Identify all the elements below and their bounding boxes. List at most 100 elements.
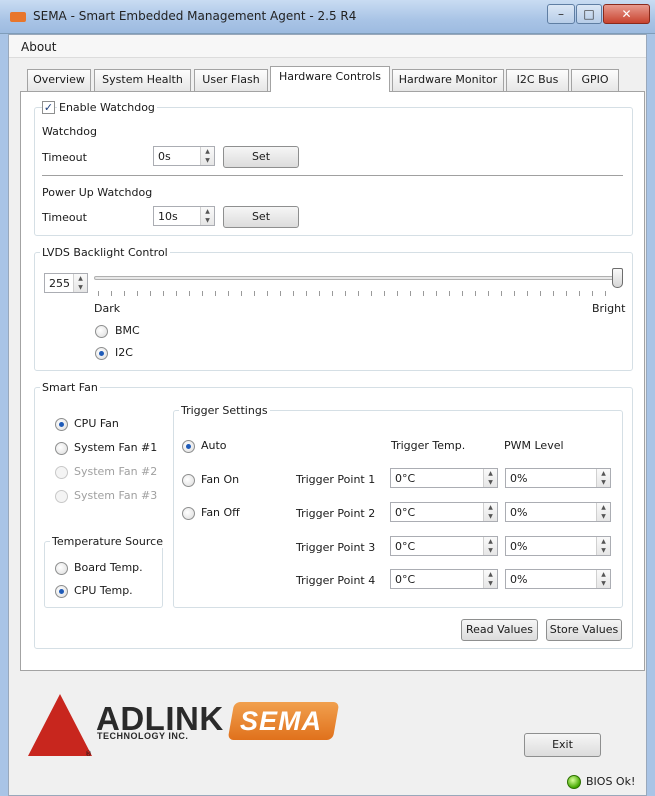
spin-down-icon[interactable]: ▼ — [205, 217, 210, 224]
board-temp-radio[interactable] — [55, 562, 68, 575]
spin-arrows-icon[interactable]: ▲ ▼ — [596, 570, 610, 588]
spin-up-icon[interactable]: ▲ — [601, 538, 606, 545]
pwm-level-header: PWM Level — [504, 439, 564, 452]
watchdog-timeout-spinner[interactable]: 0s ▲ ▼ — [153, 146, 215, 166]
trigger-temp-header: Trigger Temp. — [391, 439, 466, 452]
spin-arrows-icon[interactable]: ▲ ▼ — [596, 469, 610, 487]
trigger-point-1-pwm-spinner[interactable]: 0% ▲ ▼ — [505, 468, 611, 488]
enable-watchdog-checkbox[interactable]: ✓ — [42, 101, 55, 114]
spin-up-icon[interactable]: ▲ — [488, 571, 493, 578]
fan-off-radio[interactable] — [182, 507, 195, 520]
tab-overview[interactable]: Overview — [27, 69, 91, 91]
tab-hardware-controls[interactable]: Hardware Controls — [270, 66, 390, 92]
backlight-slider-ticks — [98, 291, 618, 296]
spin-arrows-icon[interactable]: ▲ ▼ — [483, 570, 497, 588]
spin-arrows-icon[interactable]: ▲ ▼ — [596, 503, 610, 521]
backlight-slider-thumb[interactable] — [612, 268, 623, 288]
cpu-temp-radio[interactable] — [55, 585, 68, 598]
spin-down-icon[interactable]: ▼ — [601, 580, 606, 587]
spin-down-icon[interactable]: ▼ — [601, 547, 606, 554]
trigger-point-2-temp-spinner[interactable]: 0°C ▲ ▼ — [390, 502, 498, 522]
spin-arrows-icon[interactable]: ▲ ▼ — [73, 274, 87, 292]
minimize-button[interactable]: – — [547, 4, 575, 24]
auto-label: Auto — [201, 439, 227, 452]
tab-gpio[interactable]: GPIO — [571, 69, 619, 91]
spin-up-icon[interactable]: ▲ — [601, 504, 606, 511]
spin-down-icon[interactable]: ▼ — [205, 157, 210, 164]
spin-arrows-icon[interactable]: ▲ ▼ — [483, 503, 497, 521]
menu-about[interactable]: About — [21, 40, 56, 54]
i2c-label: I2C — [115, 346, 133, 359]
cpu-temp-label: CPU Temp. — [74, 584, 133, 597]
spin-arrows-icon[interactable]: ▲ ▼ — [483, 469, 497, 487]
spin-down-icon[interactable]: ▼ — [488, 513, 493, 520]
trigger-point-4-pwm-spinner[interactable]: 0% ▲ ▼ — [505, 569, 611, 589]
board-temp-label: Board Temp. — [74, 561, 143, 574]
spin-up-icon[interactable]: ▲ — [488, 538, 493, 545]
cpu-fan-radio[interactable] — [55, 418, 68, 431]
status-led-icon — [567, 775, 581, 789]
spin-up-icon[interactable]: ▲ — [78, 275, 83, 282]
spin-down-icon[interactable]: ▼ — [488, 479, 493, 486]
watchdog-set-button[interactable]: Set — [223, 146, 299, 168]
adlink-logo-icon — [28, 694, 92, 756]
spin-arrows-icon[interactable]: ▲ ▼ — [200, 207, 214, 225]
spin-up-icon[interactable]: ▲ — [601, 571, 606, 578]
powerup-timeout-label: Timeout — [42, 211, 87, 224]
tab-system-health[interactable]: System Health — [94, 69, 191, 91]
spin-down-icon[interactable]: ▼ — [78, 284, 83, 291]
smart-fan-label: Smart Fan — [40, 381, 100, 394]
trigger-point-4-label: Trigger Point 4 — [296, 574, 376, 587]
powerup-set-button[interactable]: Set — [223, 206, 299, 228]
trigger-point-2-pwm: 0% — [510, 506, 528, 519]
store-values-button[interactable]: Store Values — [546, 619, 622, 641]
spin-down-icon[interactable]: ▼ — [601, 513, 606, 520]
fan-off-label: Fan Off — [201, 506, 240, 519]
trigger-point-3-pwm-spinner[interactable]: 0% ▲ ▼ — [505, 536, 611, 556]
trigger-point-3-temp: 0°C — [395, 540, 416, 553]
maximize-button[interactable]: □ — [576, 4, 602, 24]
trigger-point-2-pwm-spinner[interactable]: 0% ▲ ▼ — [505, 502, 611, 522]
trigger-point-4-temp-spinner[interactable]: 0°C ▲ ▼ — [390, 569, 498, 589]
spin-down-icon[interactable]: ▼ — [488, 547, 493, 554]
i2c-radio[interactable] — [95, 347, 108, 360]
system-fan-1-radio[interactable] — [55, 442, 68, 455]
lvds-value-spinner[interactable]: 255 ▲ ▼ — [44, 273, 88, 293]
fan-on-radio[interactable] — [182, 474, 195, 487]
close-button[interactable]: ✕ — [603, 4, 650, 24]
spin-up-icon[interactable]: ▲ — [205, 208, 210, 215]
bmc-label: BMC — [115, 324, 140, 337]
read-values-button[interactable]: Read Values — [461, 619, 538, 641]
backlight-slider-track[interactable] — [94, 276, 622, 280]
bmc-radio[interactable] — [95, 325, 108, 338]
spin-up-icon[interactable]: ▲ — [488, 470, 493, 477]
trigger-point-3-temp-spinner[interactable]: 0°C ▲ ▼ — [390, 536, 498, 556]
spin-down-icon[interactable]: ▼ — [601, 479, 606, 486]
trigger-point-1-temp: 0°C — [395, 472, 416, 485]
window-frame-left — [0, 34, 8, 796]
adlink-logo-subtext: TECHNOLOGY INC. — [97, 731, 189, 741]
window-frame-right — [647, 34, 655, 796]
watchdog-timeout-label: Timeout — [42, 151, 87, 164]
exit-button[interactable]: Exit — [524, 733, 601, 757]
spin-up-icon[interactable]: ▲ — [601, 470, 606, 477]
watchdog-label: Watchdog — [42, 125, 97, 138]
spin-arrows-icon[interactable]: ▲ ▼ — [596, 537, 610, 555]
spin-up-icon[interactable]: ▲ — [488, 504, 493, 511]
system-fan-1-label: System Fan #1 — [74, 441, 158, 454]
spin-down-icon[interactable]: ▼ — [488, 580, 493, 587]
powerup-timeout-value: 10s — [158, 210, 178, 223]
menu-bar — [9, 35, 646, 58]
auto-radio[interactable] — [182, 440, 195, 453]
tab-i2c-bus[interactable]: I2C Bus — [506, 69, 569, 91]
app-icon — [10, 12, 26, 22]
spin-arrows-icon[interactable]: ▲ ▼ — [200, 147, 214, 165]
trigger-point-1-temp-spinner[interactable]: 0°C ▲ ▼ — [390, 468, 498, 488]
enable-watchdog-label: Enable Watchdog — [57, 101, 157, 114]
spin-up-icon[interactable]: ▲ — [205, 148, 210, 155]
powerup-timeout-spinner[interactable]: 10s ▲ ▼ — [153, 206, 215, 226]
spin-arrows-icon[interactable]: ▲ ▼ — [483, 537, 497, 555]
tab-hardware-monitor[interactable]: Hardware Monitor — [392, 69, 504, 91]
tab-user-flash[interactable]: User Flash — [194, 69, 268, 91]
trigger-point-3-pwm: 0% — [510, 540, 528, 553]
